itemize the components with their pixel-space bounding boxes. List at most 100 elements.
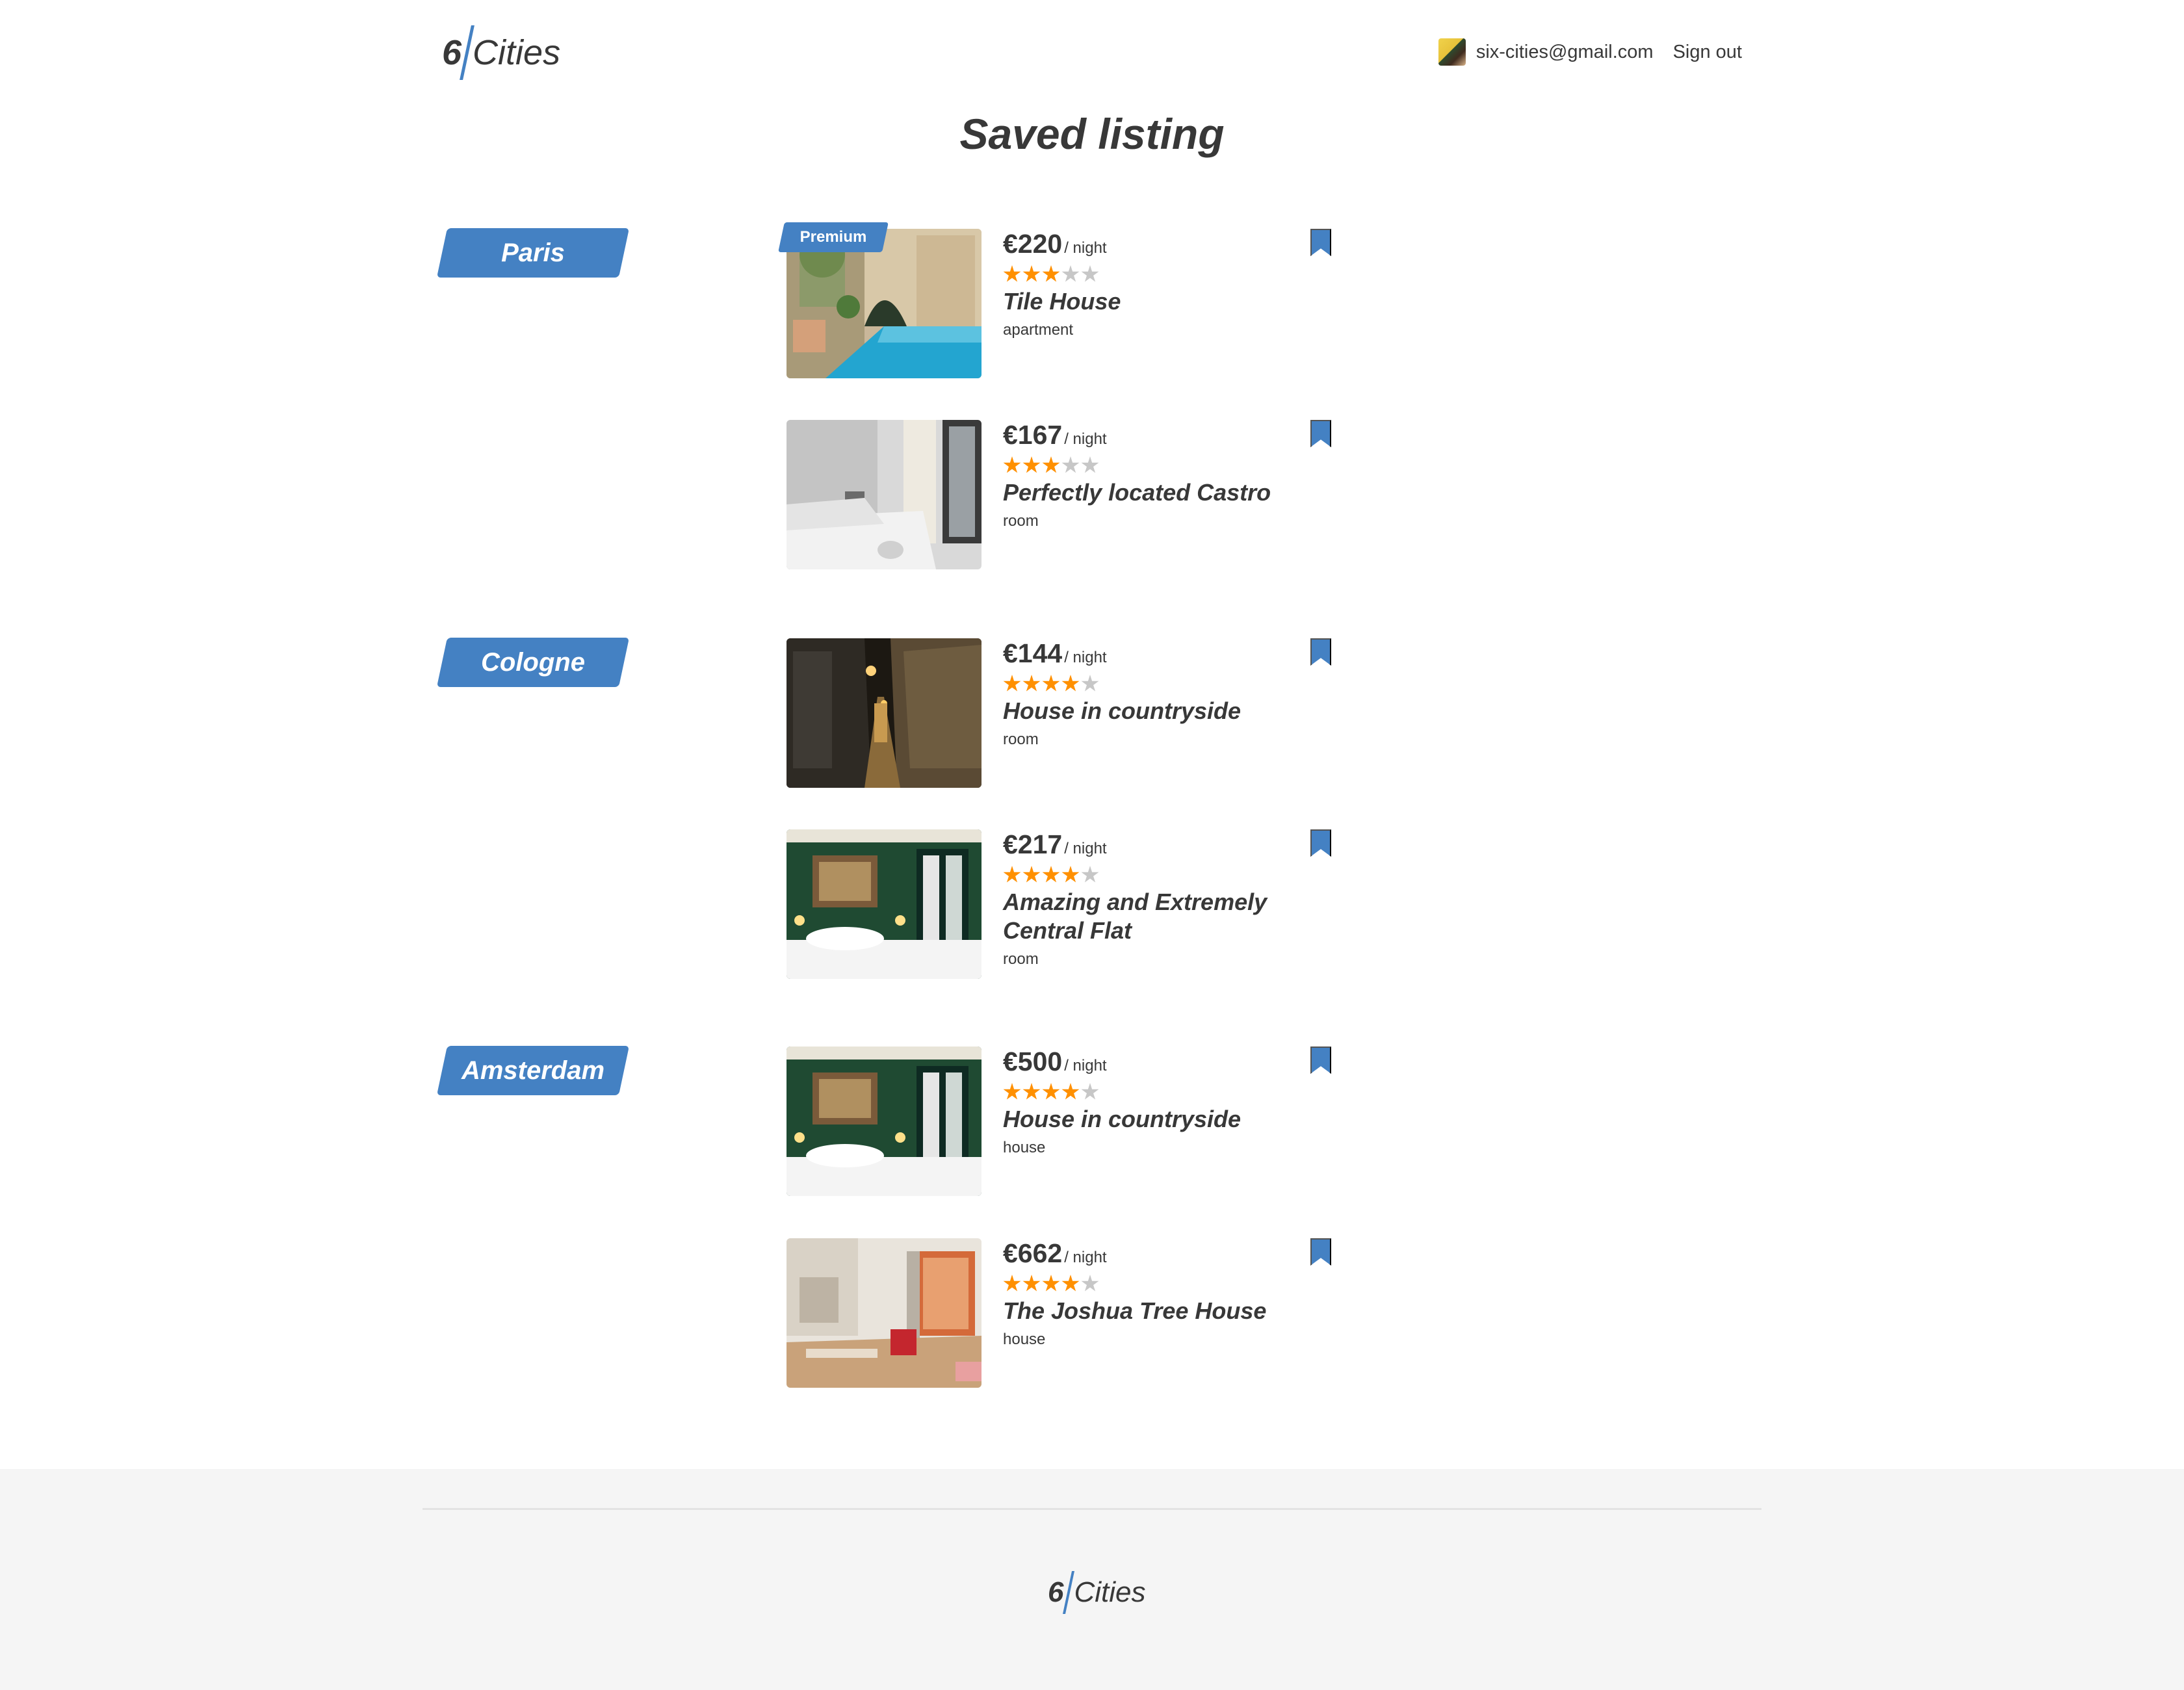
bookmark-icon[interactable] bbox=[1310, 638, 1331, 666]
star-icon bbox=[1003, 675, 1021, 692]
header-logo-link[interactable]: 6 Cities bbox=[442, 23, 560, 82]
star-icon bbox=[1003, 1083, 1021, 1100]
card-info: €167 / night Perfectly located Castro ro… bbox=[1003, 420, 1302, 530]
favorite-card[interactable]: €144 / night House in countryside room bbox=[786, 638, 1339, 788]
price-row: €500 / night bbox=[1003, 1046, 1302, 1079]
place-title-link[interactable]: House in countryside bbox=[1003, 1106, 1241, 1132]
star-icon bbox=[1042, 456, 1060, 473]
city-name: Cologne bbox=[481, 647, 585, 677]
green-bedroom-image bbox=[786, 1046, 982, 1196]
footer-logo-link[interactable]: 6 Cities bbox=[1048, 1566, 1146, 1618]
place-title-link[interactable]: The Joshua Tree House bbox=[1003, 1297, 1266, 1324]
sign-out-link[interactable]: Sign out bbox=[1673, 42, 1742, 63]
rating-stars bbox=[1003, 862, 1302, 888]
premium-badge: Premium bbox=[778, 222, 889, 252]
star-icon bbox=[1081, 1275, 1099, 1292]
star-icon bbox=[1061, 866, 1080, 883]
star-icon bbox=[1081, 265, 1099, 282]
card-image-link[interactable] bbox=[786, 1238, 982, 1388]
price-value: €500 bbox=[1003, 1046, 1063, 1076]
star-icon bbox=[1022, 265, 1041, 282]
favorite-card[interactable]: €662 / night The Joshua Tree House house bbox=[786, 1238, 1339, 1388]
page-title: Saved listing bbox=[959, 110, 1225, 158]
city-link-paris[interactable]: Paris bbox=[436, 228, 630, 278]
card-info: €144 / night House in countryside room bbox=[1003, 638, 1302, 749]
place-type: room bbox=[1003, 512, 1039, 530]
logo-number: 6 bbox=[442, 33, 462, 72]
user-email-link[interactable]: six-cities@gmail.com bbox=[1476, 42, 1654, 63]
card-info: €662 / night The Joshua Tree House house bbox=[1003, 1238, 1302, 1349]
star-icon bbox=[1061, 1083, 1080, 1100]
place-type: house bbox=[1003, 1331, 1046, 1348]
place-title-link[interactable]: House in countryside bbox=[1003, 697, 1241, 724]
card-image-link[interactable] bbox=[786, 1046, 982, 1196]
bookmark-icon[interactable] bbox=[1310, 1238, 1331, 1266]
rating-stars bbox=[1003, 261, 1302, 287]
star-icon bbox=[1081, 1083, 1099, 1100]
price-value: €220 bbox=[1003, 229, 1063, 259]
bookmark-icon[interactable] bbox=[1310, 229, 1331, 256]
star-icon bbox=[1042, 1275, 1060, 1292]
rating-stars bbox=[1003, 1079, 1302, 1105]
place-type: room bbox=[1003, 731, 1039, 748]
city-link-amsterdam[interactable]: Amsterdam bbox=[436, 1046, 630, 1095]
price-row: €662 / night bbox=[1003, 1238, 1302, 1271]
logo-slash bbox=[1063, 1571, 1075, 1614]
card-info: €500 / night House in countryside house bbox=[1003, 1046, 1302, 1157]
place-type: apartment bbox=[1003, 321, 1074, 339]
rating-stars bbox=[1003, 671, 1302, 697]
night-alley-image bbox=[786, 638, 982, 788]
favorite-card[interactable]: Premium €220 / night Tile House apartmen… bbox=[778, 222, 1339, 378]
city-link-cologne[interactable]: Cologne bbox=[436, 638, 630, 687]
user-avatar[interactable] bbox=[1438, 38, 1466, 66]
star-icon bbox=[1022, 866, 1041, 883]
star-icon bbox=[1061, 456, 1080, 473]
favorite-card[interactable]: €167 / night Perfectly located Castro ro… bbox=[786, 420, 1339, 569]
price-per-night: / night bbox=[1064, 430, 1107, 448]
card-image-link[interactable] bbox=[786, 420, 982, 569]
place-title-link[interactable]: Perfectly located Castro bbox=[1003, 479, 1271, 506]
star-icon bbox=[1061, 675, 1080, 692]
logo-text: Cities bbox=[1074, 1576, 1146, 1608]
place-type: house bbox=[1003, 1139, 1046, 1156]
star-icon bbox=[1003, 265, 1021, 282]
rating-stars bbox=[1003, 1271, 1302, 1297]
price-row: €217 / night bbox=[1003, 829, 1302, 862]
living-room-image bbox=[786, 1238, 982, 1388]
card-image-link[interactable] bbox=[786, 829, 982, 979]
price-row: €167 / night bbox=[1003, 420, 1302, 452]
price-row: €220 / night bbox=[1003, 229, 1302, 261]
favorite-card[interactable]: €500 / night House in countryside house bbox=[786, 1046, 1339, 1196]
star-icon bbox=[1022, 456, 1041, 473]
price-value: €217 bbox=[1003, 829, 1063, 859]
price-value: €144 bbox=[1003, 638, 1063, 668]
star-icon bbox=[1081, 456, 1099, 473]
bookmark-icon[interactable] bbox=[1310, 829, 1331, 857]
bookmark-icon[interactable] bbox=[1310, 420, 1331, 447]
star-icon bbox=[1003, 866, 1021, 883]
footer: 6 Cities bbox=[0, 1469, 2184, 1690]
price-value: €662 bbox=[1003, 1238, 1063, 1268]
logo-text: Cities bbox=[473, 33, 561, 72]
price-value: €167 bbox=[1003, 420, 1063, 450]
price-per-night: / night bbox=[1064, 1249, 1107, 1266]
footer-divider bbox=[422, 1508, 1762, 1510]
green-bedroom-image bbox=[786, 829, 982, 979]
place-title-link[interactable]: Tile House bbox=[1003, 288, 1121, 315]
white-bedroom-image bbox=[786, 420, 982, 569]
favorite-card[interactable]: €217 / night Amazing and Extremely Centr… bbox=[786, 829, 1339, 979]
bookmark-icon[interactable] bbox=[1310, 1046, 1331, 1074]
star-icon bbox=[1061, 265, 1080, 282]
star-icon bbox=[1022, 1275, 1041, 1292]
price-per-night: / night bbox=[1064, 649, 1107, 666]
card-info: €220 / night Tile House apartment bbox=[1003, 229, 1302, 339]
price-per-night: / night bbox=[1064, 239, 1107, 257]
star-icon bbox=[1061, 1275, 1080, 1292]
star-icon bbox=[1003, 456, 1021, 473]
star-icon bbox=[1003, 1275, 1021, 1292]
star-icon bbox=[1022, 675, 1041, 692]
star-icon bbox=[1042, 866, 1060, 883]
place-title-link[interactable]: Amazing and Extremely Central Flat bbox=[1003, 889, 1267, 944]
card-image-link[interactable] bbox=[786, 638, 982, 788]
price-row: €144 / night bbox=[1003, 638, 1302, 671]
